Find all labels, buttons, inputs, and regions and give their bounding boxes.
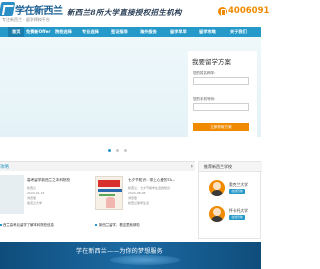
panel-header: 推荐新西兰学校 (199, 162, 262, 172)
phone-icon (218, 7, 227, 16)
chevron-right-icon[interactable]: › (191, 163, 193, 170)
phone-input[interactable] (193, 103, 249, 111)
article-link[interactable]: 西兰高考后留学了解本科院校信息 (3, 222, 54, 227)
logo-mark-icon (0, 2, 16, 16)
logo-subtitle: 专注新西兰 · 留学择校平台 (2, 17, 50, 22)
advisor-name[interactable]: 奥克兰大学 (229, 182, 248, 188)
article-thumbnail-book[interactable] (95, 176, 123, 210)
article-title[interactable]: 高考留学新西兰之本科院校 (27, 178, 70, 183)
phone-label: 您的手机号码： (193, 97, 218, 101)
footer-banner: 学在新西兰——为你的梦想服务 (0, 242, 261, 269)
recommended-schools-panel: 推荐新西兰学校 奥克兰大学 在线咨询 怀卡托大学 在线咨询 (198, 161, 262, 239)
nav-item-free-offer[interactable]: 免费新Offer (26, 27, 50, 37)
nav-item-majors[interactable]: 专业选择 (82, 27, 99, 37)
nav-item-schools[interactable]: 院校选择 (55, 27, 72, 37)
name-label: 您的姓名称呼： (193, 71, 218, 75)
nav-item-overseas[interactable]: 海外服务 (140, 27, 157, 37)
site-logo[interactable]: 学在新西兰 专注新西兰 · 留学择校平台 (0, 1, 63, 25)
apply-form-card: 我要留学方案 您的姓名称呼： 您的手机号码： 立即获取方案 (188, 51, 257, 138)
get-plan-button[interactable]: 立即获取方案 (193, 123, 249, 131)
article-meta: 新西兰 2024-01-15 浏览量 奥克兰大学 (27, 186, 45, 205)
consult-button[interactable]: 在线咨询 (229, 215, 245, 220)
article-title[interactable]: 七夕节知识：带上心爱的TA... (128, 178, 175, 183)
nav-item-guide[interactable]: 留学攻略 (199, 27, 216, 37)
banner-dot-3[interactable] (124, 149, 127, 152)
hotline-number[interactable]: 4006091 (228, 6, 269, 16)
article-thumbnail[interactable] (0, 175, 24, 214)
nav-item-about[interactable]: 关于我们 (230, 27, 247, 37)
banner-pagination[interactable] (108, 137, 132, 152)
header-slogan: 新西兰8所大学直接授权招生机构 (67, 8, 182, 17)
panel-title: 推荐新西兰学校 (204, 164, 232, 169)
strategy-section-header: 攻略 › (0, 161, 195, 171)
consult-button[interactable]: 在线咨询 (229, 189, 245, 194)
advisor-name[interactable]: 怀卡托大学 (229, 208, 248, 214)
banner-dot-2[interactable] (116, 149, 119, 152)
apply-form-title: 我要留学方案 (192, 58, 231, 66)
avatar[interactable] (209, 180, 225, 196)
list-bullet (95, 224, 97, 226)
article-link[interactable]: 新西兰留学，看这里就够啦 (99, 222, 140, 227)
name-input[interactable] (193, 77, 249, 85)
footer-tagline: 学在新西兰——为你的梦想服务 (76, 248, 163, 255)
list-bullet (0, 224, 2, 226)
footer-glow (110, 255, 180, 265)
nav-item-early[interactable]: 留学早早 (170, 27, 187, 37)
site-header: 学在新西兰 专注新西兰 · 留学择校平台 新西兰8所大学直接授权招生机构 400… (0, 0, 269, 26)
logo-name: 学在新西兰 (15, 6, 63, 17)
nav-item-home[interactable]: 首页 (8, 27, 25, 37)
article-meta: 新西兰：七夕节留学生活的知识 2024-08-08 浏览量 新西兰留学生活 (128, 186, 171, 205)
strategy-label: 攻略 (0, 165, 9, 170)
avatar[interactable] (209, 206, 225, 222)
nav-item-visa[interactable]: 签证指导 (111, 27, 128, 37)
main-nav: 首页 免费新Offer 院校选择 专业选择 签证指导 海外服务 留学早早 留学攻… (0, 27, 261, 37)
banner-dot-1[interactable] (108, 149, 111, 152)
